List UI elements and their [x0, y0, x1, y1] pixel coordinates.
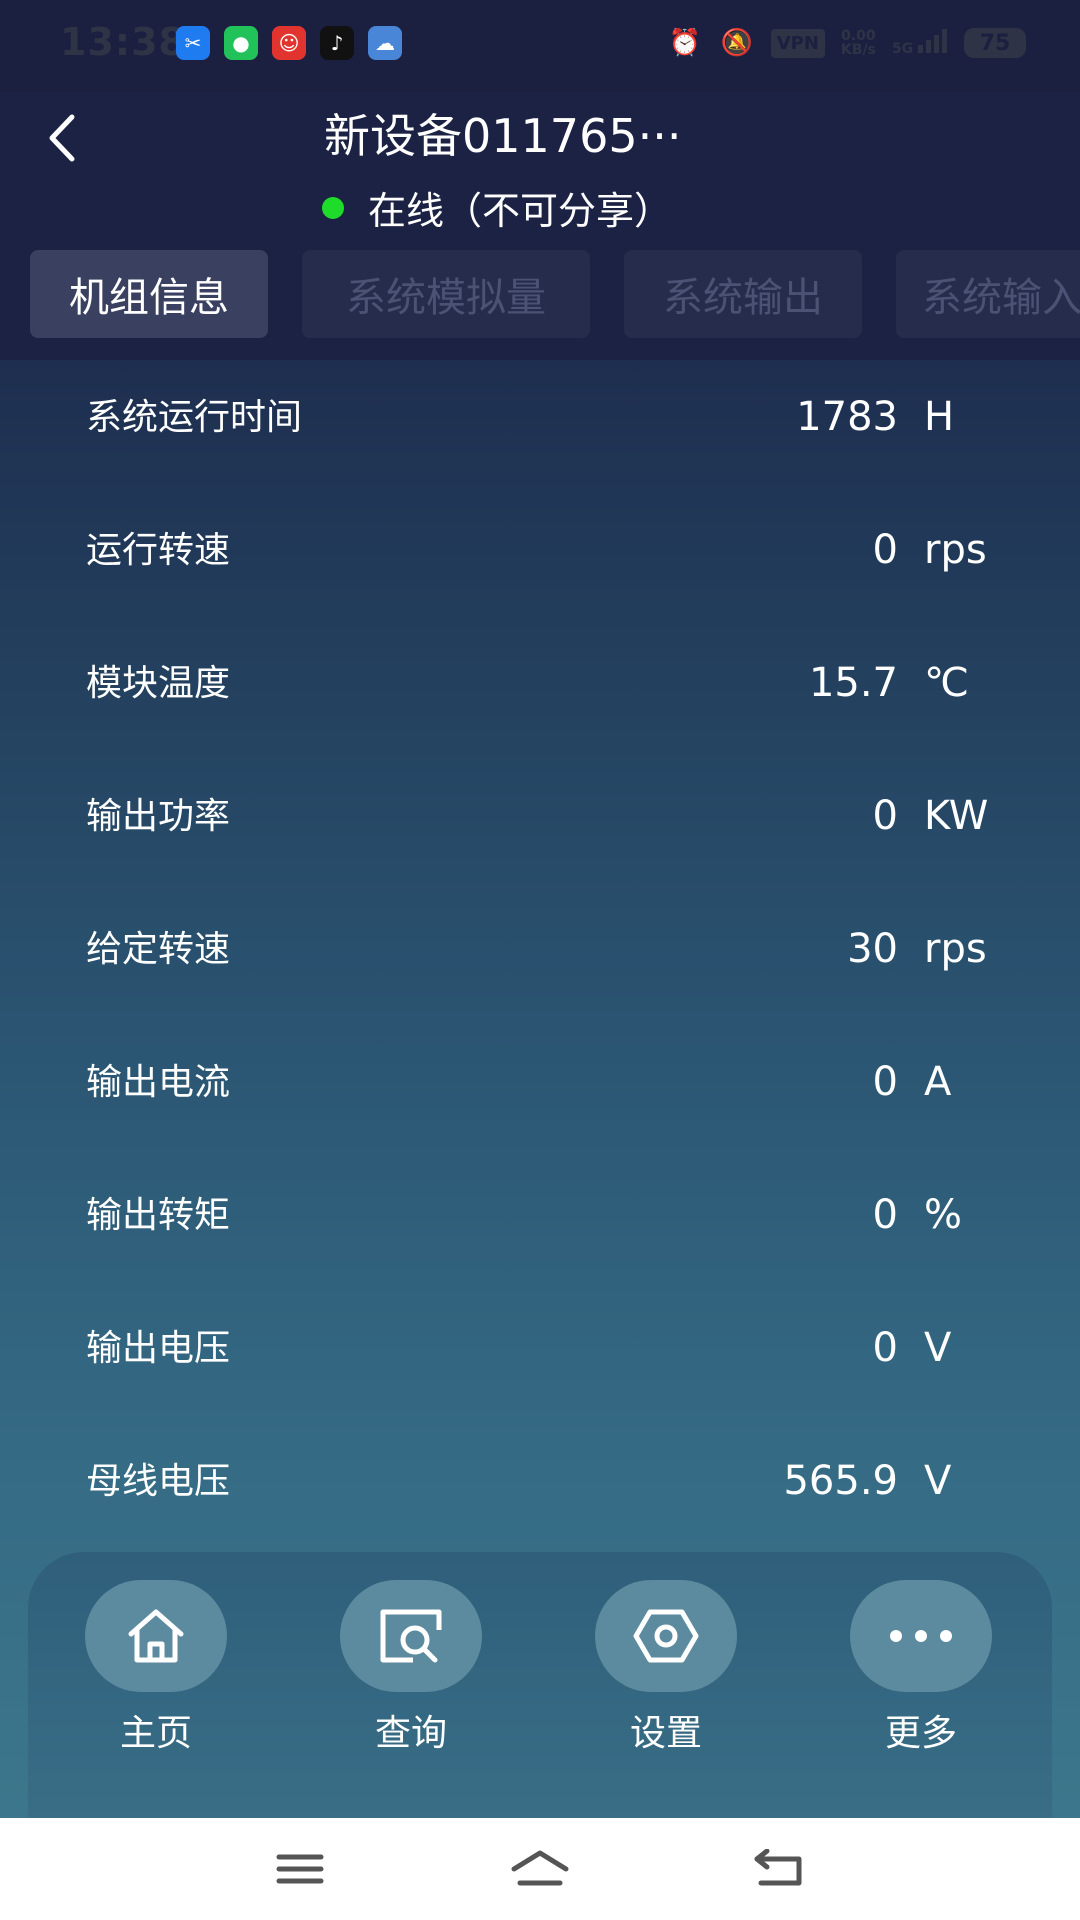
row-unit: KW — [924, 793, 989, 839]
row-label: 母线电压 — [86, 1461, 231, 1502]
header: 新设备011765··· 在线（不可分享） — [0, 92, 1080, 242]
row-unit: ℃ — [924, 660, 969, 706]
system-home-button[interactable] — [510, 1844, 570, 1894]
data-row-output-current: 输出电流 0 A — [0, 1025, 1080, 1158]
tiktok-icon: ♪ — [320, 26, 354, 60]
nav-home-label: 主页 — [119, 1713, 192, 1754]
menu-icon — [276, 1854, 324, 1884]
back-arrow-icon — [49, 114, 75, 162]
row-label: 给定转速 — [86, 929, 231, 970]
row-label: 系统运行时间 — [86, 397, 303, 438]
data-row-output-power: 输出功率 0 KW — [0, 759, 1080, 892]
wechat-icon: ● — [224, 26, 258, 60]
data-row-output-torque: 输出转矩 0 % — [0, 1158, 1080, 1291]
data-row-bus-voltage: 母线电压 565.9 V — [0, 1424, 1080, 1557]
online-status: 在线（不可分享） — [322, 180, 672, 235]
nav-more-button[interactable]: 更多 — [841, 1580, 1001, 1756]
data-list: 系统运行时间 1783 H 运行转速 0 rps 模块温度 15.7 ℃ 输出功… — [0, 360, 1080, 1557]
nav-settings-label: 设置 — [629, 1713, 702, 1754]
cloud-app-icon: ☁ — [368, 26, 402, 60]
tab-system-input[interactable]: 系统输入 — [896, 250, 1080, 338]
row-value: 15.7 — [808, 660, 898, 706]
net-speed: 0.00 KB/s — [840, 28, 876, 58]
row-value: 0 — [872, 1192, 898, 1238]
status-time: 13:38 — [60, 20, 186, 64]
search-icon — [380, 1609, 442, 1663]
row-value: 0 — [872, 527, 898, 573]
status-app-icons: ✂ ● ☺ ♪ ☁ — [176, 26, 402, 60]
system-home-icon — [511, 1850, 569, 1886]
system-nav-bar — [0, 1818, 1080, 1920]
online-dot-icon — [322, 196, 344, 219]
row-value: 30 — [847, 926, 898, 972]
cast-app-icon: ✂ — [176, 26, 210, 60]
row-label: 输出电流 — [86, 1062, 231, 1103]
signal-icon — [918, 29, 947, 53]
row-unit: rps — [924, 926, 987, 972]
row-value: 565.9 — [783, 1458, 898, 1504]
data-row-output-voltage: 输出电压 0 V — [0, 1291, 1080, 1424]
row-value: 1783 — [796, 394, 898, 440]
row-unit: rps — [924, 527, 987, 573]
row-value: 0 — [872, 793, 898, 839]
nav-home-button[interactable]: 主页 — [76, 1580, 236, 1756]
vpn-badge: VPN — [770, 28, 825, 58]
data-row-set-speed: 给定转速 30 rps — [0, 892, 1080, 1025]
row-label: 输出功率 — [86, 796, 231, 837]
nav-more-label: 更多 — [884, 1713, 957, 1754]
system-menu-button[interactable] — [270, 1844, 330, 1894]
nav-query-label: 查询 — [374, 1713, 447, 1754]
data-row-run-speed: 运行转速 0 rps — [0, 493, 1080, 626]
data-row-run-time: 系统运行时间 1783 H — [0, 360, 1080, 493]
nav-settings-button[interactable]: 设置 — [586, 1580, 746, 1756]
home-icon — [128, 1609, 184, 1663]
status-bar: 13:38 ✂ ● ☺ ♪ ☁ ⏰ 🔕 VPN 0.00 KB/s 5G 75 — [0, 0, 1080, 92]
pinduoduo-icon: ☺ — [272, 26, 306, 60]
row-unit: V — [924, 1458, 952, 1504]
row-unit: A — [924, 1059, 952, 1105]
back-button[interactable] — [34, 110, 90, 166]
tab-unit-info[interactable]: 机组信息 — [30, 250, 268, 338]
bottom-nav: 主页 查询 设置 更多 — [28, 1552, 1052, 1842]
row-label: 模块温度 — [86, 663, 231, 704]
settings-icon — [633, 1609, 699, 1663]
row-unit: % — [924, 1192, 963, 1238]
row-label: 输出转矩 — [86, 1195, 231, 1236]
status-indicators: ⏰ 🔕 VPN 0.00 KB/s 5G 75 — [667, 26, 1026, 60]
tab-system-analog[interactable]: 系统模拟量 — [302, 250, 590, 338]
battery-indicator: 75 — [964, 28, 1026, 58]
row-label: 运行转速 — [86, 530, 231, 571]
row-unit: V — [924, 1325, 952, 1371]
tab-bar: 机组信息 系统模拟量 系统输出 系统输入 — [0, 242, 1080, 360]
system-back-icon — [754, 1849, 802, 1886]
data-row-module-temp: 模块温度 15.7 ℃ — [0, 626, 1080, 759]
row-unit: H — [924, 394, 955, 440]
signal-indicator: 5G — [892, 29, 948, 57]
alarm-icon: ⏰ — [668, 28, 701, 58]
row-value: 0 — [872, 1325, 898, 1371]
mute-icon: 🔕 — [720, 28, 753, 58]
more-icon — [890, 1630, 952, 1642]
page-title: 新设备011765··· — [324, 109, 682, 163]
online-status-text: 在线（不可分享） — [368, 189, 673, 233]
tab-system-output[interactable]: 系统输出 — [624, 250, 862, 338]
row-value: 0 — [872, 1059, 898, 1105]
row-label: 输出电压 — [86, 1328, 231, 1369]
nav-query-button[interactable]: 查询 — [331, 1580, 491, 1756]
system-back-button[interactable] — [750, 1844, 810, 1894]
